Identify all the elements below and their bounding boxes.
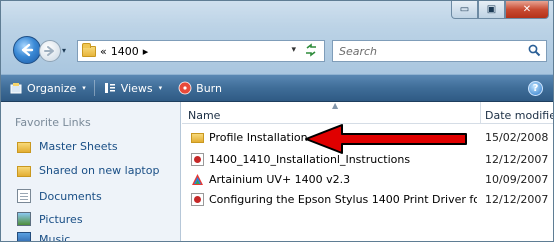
color-profile-icon — [191, 173, 204, 186]
organize-caret: ▾ — [82, 84, 86, 92]
nav-item-pictures[interactable]: Pictures — [17, 212, 83, 226]
nav-item-label: Master Sheets — [39, 140, 118, 153]
pdf-file-icon — [191, 153, 204, 166]
forward-arrow-icon — [44, 46, 54, 56]
sort-indicator-icon: ▲ — [332, 101, 339, 110]
column-headers: Name ▲ Date modified — [182, 101, 553, 124]
nav-item-label: Shared on new laptop — [39, 164, 160, 177]
address-chevron[interactable]: « — [100, 45, 107, 58]
burn-disc-icon — [178, 81, 192, 95]
caption-buttons: ▭ ▣ ✕ — [451, 1, 549, 19]
file-date: 10/09/2007 10: — [485, 173, 553, 186]
forward-button[interactable] — [39, 40, 61, 62]
organize-button[interactable]: Organize ▾ — [1, 75, 94, 101]
nav-item-label: Documents — [39, 189, 102, 203]
file-date: 12/12/2007 11: — [485, 153, 553, 166]
burn-label: Burn — [196, 81, 222, 95]
navigation-bar: ▾ « 1400 ▸ ▾ Search — [1, 34, 553, 68]
pdf-file-icon — [191, 193, 204, 206]
views-label: Views — [120, 81, 153, 95]
refresh-icon[interactable] — [302, 43, 320, 59]
nav-item-shared-on-new-laptop[interactable]: Shared on new laptop — [17, 164, 159, 177]
music-icon — [17, 232, 31, 241]
recent-pages-dropdown[interactable]: ▾ — [62, 46, 66, 55]
file-name: Configuring the Epson Stylus 1400 Print … — [209, 193, 477, 206]
nav-item-music[interactable]: Music — [17, 232, 71, 242]
documents-icon — [17, 189, 31, 203]
navigation-pane: Favorite Links Master Sheets Shared on n… — [1, 102, 181, 242]
pictures-icon — [17, 212, 31, 226]
file-row[interactable]: Configuring the Epson Stylus 1400 Print … — [182, 192, 553, 208]
nav-item-label: Music — [39, 232, 71, 242]
back-arrow-icon — [21, 43, 34, 57]
organize-label: Organize — [27, 81, 77, 95]
close-button[interactable]: ✕ — [505, 1, 549, 19]
folder-icon — [82, 42, 96, 57]
column-divider[interactable] — [480, 102, 481, 124]
file-name: Artainium UV+ 1400 v2.3 — [209, 173, 351, 186]
file-row[interactable]: Artainium UV+ 1400 v2.3 10/09/2007 10: — [182, 172, 553, 188]
folder-icon — [191, 133, 204, 143]
burn-button[interactable]: Burn — [170, 75, 230, 101]
annotation-arrow-icon — [305, 124, 467, 154]
minimize-button[interactable]: ▭ — [451, 1, 478, 19]
views-button[interactable]: Views ▾ — [95, 75, 170, 101]
column-header-date-modified[interactable]: Date modified — [485, 109, 553, 122]
file-date: 12/12/2007 11: — [485, 193, 553, 206]
address-path[interactable]: 1400 — [111, 45, 139, 58]
maximize-button[interactable]: ▣ — [478, 1, 505, 19]
file-date: 15/02/2008 11: — [485, 131, 553, 144]
address-bar[interactable]: « 1400 ▸ ▾ — [77, 40, 325, 62]
address-dropdown[interactable]: ▾ — [291, 45, 296, 55]
help-icon[interactable]: ? — [528, 81, 543, 96]
nav-item-documents[interactable]: Documents — [17, 189, 102, 203]
command-bar: Organize ▾ Views ▾ Burn ? — [1, 74, 553, 102]
back-button[interactable] — [13, 36, 41, 64]
favorite-links-header: Favorite Links — [15, 116, 91, 129]
folder-icon — [17, 166, 31, 177]
nav-item-label: Pictures — [39, 212, 83, 226]
folder-icon — [17, 142, 31, 153]
views-caret: ▾ — [158, 84, 163, 92]
search-icon[interactable] — [528, 44, 541, 57]
title-bar: ▭ ▣ ✕ ▾ « 1400 ▸ ▾ Search — [1, 1, 553, 74]
views-icon — [104, 83, 115, 93]
address-separator[interactable]: ▸ — [143, 45, 149, 58]
search-box[interactable]: Search — [332, 40, 547, 62]
nav-item-master-sheets[interactable]: Master Sheets — [17, 140, 118, 153]
search-input[interactable]: Search — [339, 45, 377, 58]
explorer-window: ▭ ▣ ✕ ▾ « 1400 ▸ ▾ Search Organize ▾ Vie… — [0, 0, 554, 242]
column-header-name[interactable]: Name — [188, 109, 220, 122]
organize-icon — [10, 83, 22, 94]
